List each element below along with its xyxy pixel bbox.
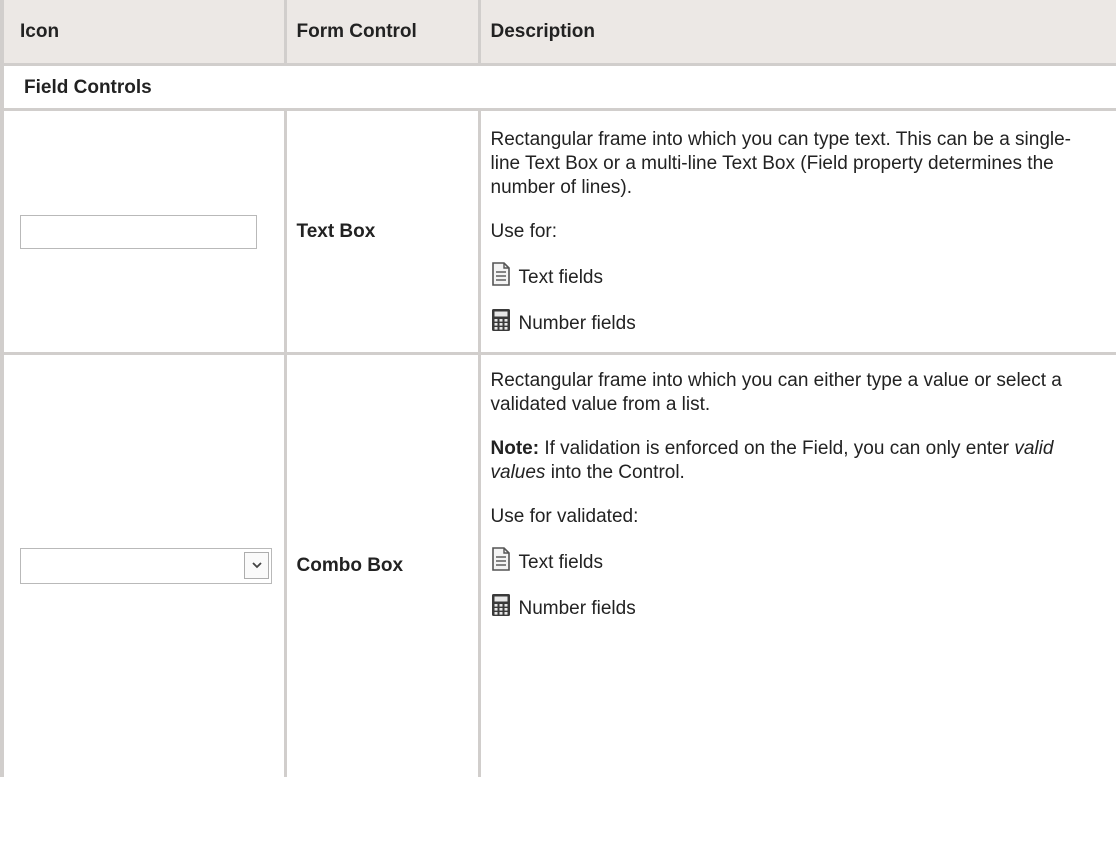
field-label: Number fields <box>518 312 636 334</box>
combobox-icon <box>20 548 272 584</box>
description-cell: Rectangular frame into which you can typ… <box>479 109 1116 355</box>
chevron-down-icon <box>244 552 269 579</box>
description-text: Rectangular frame into which you can eit… <box>490 370 1062 415</box>
icon-cell <box>0 109 287 355</box>
list-item: Number fields <box>491 593 1099 621</box>
description-text: Rectangular frame into which you can typ… <box>490 128 1072 198</box>
list-item: Text fields <box>491 261 1099 290</box>
table-header-row: Icon Form Control Description <box>0 0 1116 66</box>
use-for-label: Use for: <box>490 220 558 242</box>
section-title-field-controls: Field Controls <box>0 64 1116 111</box>
list-item: Number fields <box>491 308 1099 336</box>
field-label: Text fields <box>518 266 603 288</box>
icon-cell <box>0 353 287 777</box>
use-for-label: Use for validated: <box>490 506 639 527</box>
calculator-icon <box>491 308 513 334</box>
form-controls-page: Icon Form Control Description Field Cont… <box>0 0 1116 861</box>
note-text-before: If validation is enforced on the Field, … <box>539 438 1015 459</box>
column-header-form-control: Form Control <box>284 0 481 66</box>
table-row-text-box: Text Box Rectangular frame into which yo… <box>0 109 1116 355</box>
text-field-icon <box>491 547 513 573</box>
field-label: Text fields <box>518 552 603 573</box>
description-cell: Rectangular frame into which you can eit… <box>479 354 1116 778</box>
note-text-after: into the Control. <box>545 462 685 483</box>
column-header-icon: Icon <box>0 0 287 66</box>
control-name-combo-box: Combo Box <box>285 353 481 777</box>
note-paragraph: Note: If validation is enforced on the F… <box>491 437 1099 485</box>
list-item: Text fields <box>491 547 1099 575</box>
calculator-icon <box>491 593 513 619</box>
section-row: Field Controls <box>0 64 1116 111</box>
textbox-icon <box>20 214 257 249</box>
form-controls-table: Icon Form Control Description Field Cont… <box>0 0 1116 777</box>
field-label: Number fields <box>518 598 636 619</box>
note-label: Note: <box>490 438 540 459</box>
control-name-text-box: Text Box <box>285 109 481 355</box>
text-field-icon <box>491 261 513 288</box>
column-header-description: Description <box>478 0 1116 66</box>
table-row-combo-box: Combo Box Rectangular frame into which y… <box>0 353 1116 778</box>
